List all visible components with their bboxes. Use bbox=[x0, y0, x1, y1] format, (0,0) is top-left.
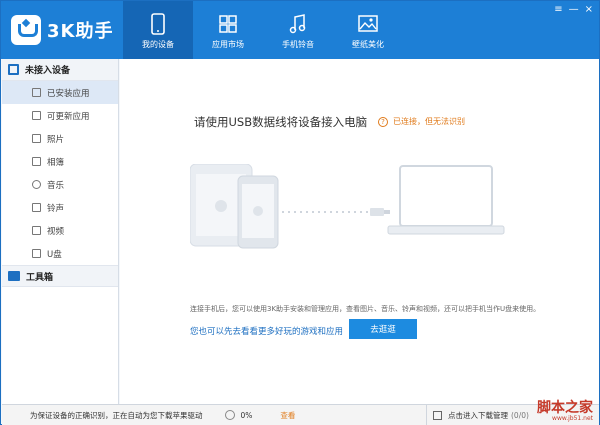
window-controls: ≡ — × bbox=[554, 4, 593, 15]
ringtone-icon bbox=[32, 203, 41, 212]
sidebar-item-label: 已安装应用 bbox=[47, 88, 90, 99]
video-icon bbox=[32, 226, 41, 235]
toolbox-icon bbox=[8, 271, 20, 281]
usb-drive-icon bbox=[32, 249, 41, 258]
sidebar-item-videos[interactable]: 视频 bbox=[2, 219, 118, 242]
album-icon bbox=[32, 157, 41, 166]
sidebar-item-ringtones[interactable]: 铃声 bbox=[2, 196, 118, 219]
close-icon[interactable]: × bbox=[585, 4, 593, 15]
sidebar-item-usb-drive[interactable]: U盘 bbox=[2, 242, 118, 265]
connect-headline: 请使用USB数据线将设备接入电脑 bbox=[194, 115, 368, 129]
sidebar-item-label: 音乐 bbox=[47, 180, 65, 191]
tab-label: 我的设备 bbox=[142, 40, 174, 49]
driver-download-message: 为保证设备的正确识别，正在自动为您下载苹果驱动 bbox=[30, 410, 203, 420]
browse-button[interactable]: 去逛逛 bbox=[349, 319, 417, 339]
image-icon bbox=[358, 15, 378, 32]
sidebar-item-updatable-apps[interactable]: 可更新应用 bbox=[2, 104, 118, 127]
help-icon: ? bbox=[378, 116, 388, 127]
minimize-icon[interactable]: — bbox=[569, 4, 579, 15]
app-logo: 3K助手 bbox=[11, 15, 113, 45]
download-icon bbox=[433, 410, 442, 420]
sidebar-toolbox-label: 工具箱 bbox=[26, 272, 54, 283]
main-panel: 请使用USB数据线将设备接入电脑 ? 已连接，但无法识别 连接手机后，您可以使用… bbox=[120, 59, 599, 404]
sidebar-item-label: 铃声 bbox=[47, 203, 65, 214]
menu-icon[interactable]: ≡ bbox=[554, 4, 562, 15]
tab-label: 壁纸美化 bbox=[352, 40, 384, 49]
sidebar: 未接入设备 已安装应用 可更新应用 照片 相簿 音乐 铃声 视频 U盘 工具箱 bbox=[2, 59, 119, 404]
usb-cable-icon bbox=[282, 208, 390, 216]
more-apps-link[interactable]: 您也可以先去看看更多好玩的游戏和应用 bbox=[190, 325, 343, 337]
status-bar: 为保证设备的正确识别，正在自动为您下载苹果驱动 0% 查看 点击进入下载管理 (… bbox=[2, 400, 599, 425]
sidebar-header-label: 未接入设备 bbox=[25, 66, 71, 76]
sidebar-item-albums[interactable]: 相簿 bbox=[2, 150, 118, 173]
download-manager-button[interactable]: 点击进入下载管理 (0/0) bbox=[426, 405, 529, 425]
sidebar-item-music[interactable]: 音乐 bbox=[2, 173, 118, 196]
grid-icon bbox=[219, 15, 237, 33]
connection-status-text: 已连接，但无法识别 bbox=[393, 117, 465, 126]
apps-icon bbox=[32, 88, 41, 97]
laptop-icon bbox=[387, 165, 505, 235]
tab-my-device[interactable]: 我的设备 bbox=[123, 1, 193, 59]
main-nav: 我的设备 应用市场 手机铃音 壁纸美化 bbox=[123, 1, 403, 59]
tab-label: 手机铃音 bbox=[282, 40, 314, 49]
download-percent: 0% bbox=[240, 410, 253, 420]
music-note-icon bbox=[289, 14, 306, 34]
sidebar-item-label: 相簿 bbox=[47, 157, 65, 168]
progress-spinner-icon bbox=[224, 410, 235, 420]
watermark-text: 脚本之家 bbox=[537, 400, 593, 416]
phone-icon bbox=[151, 13, 165, 35]
sidebar-toolbox[interactable]: 工具箱 bbox=[2, 265, 118, 287]
photo-icon bbox=[32, 134, 41, 143]
tab-label: 应用市场 bbox=[212, 40, 244, 49]
sidebar-item-photos[interactable]: 照片 bbox=[2, 127, 118, 150]
tab-app-market[interactable]: 应用市场 bbox=[193, 1, 263, 59]
sidebar-item-label: U盘 bbox=[47, 249, 62, 260]
logo-icon bbox=[11, 15, 41, 45]
tab-wallpapers[interactable]: 壁纸美化 bbox=[333, 1, 403, 59]
app-window: 3K助手 我的设备 应用市场 手机铃音 壁纸美化 ≡ — × 未接入设备 已安装… bbox=[0, 0, 600, 425]
feature-description: 连接手机后，您可以使用3K助手安装和管理应用，查看图片、音乐、铃声和视频，还可以… bbox=[190, 305, 541, 313]
sidebar-item-installed-apps[interactable]: 已安装应用 bbox=[2, 81, 118, 104]
view-link[interactable]: 查看 bbox=[280, 410, 295, 421]
sidebar-item-label: 可更新应用 bbox=[47, 111, 90, 122]
phone-device-icon bbox=[237, 175, 279, 249]
connection-status[interactable]: ? 已连接，但无法识别 bbox=[378, 116, 465, 127]
top-bar: 3K助手 我的设备 应用市场 手机铃音 壁纸美化 ≡ — × bbox=[1, 1, 599, 59]
sidebar-item-label: 视频 bbox=[47, 226, 65, 237]
download-count: (0/0) bbox=[511, 410, 529, 420]
logo-text: 3K助手 bbox=[47, 21, 114, 42]
download-manager-label: 点击进入下载管理 bbox=[448, 410, 508, 420]
sidebar-item-label: 照片 bbox=[47, 134, 65, 145]
update-icon bbox=[32, 111, 41, 120]
tab-ringtones[interactable]: 手机铃音 bbox=[263, 1, 333, 59]
device-icon bbox=[8, 64, 19, 75]
sidebar-header[interactable]: 未接入设备 bbox=[2, 59, 118, 81]
device-connection-illustration bbox=[190, 164, 505, 249]
watermark-url: www.jb51.net bbox=[552, 415, 593, 422]
music-icon bbox=[32, 180, 41, 189]
